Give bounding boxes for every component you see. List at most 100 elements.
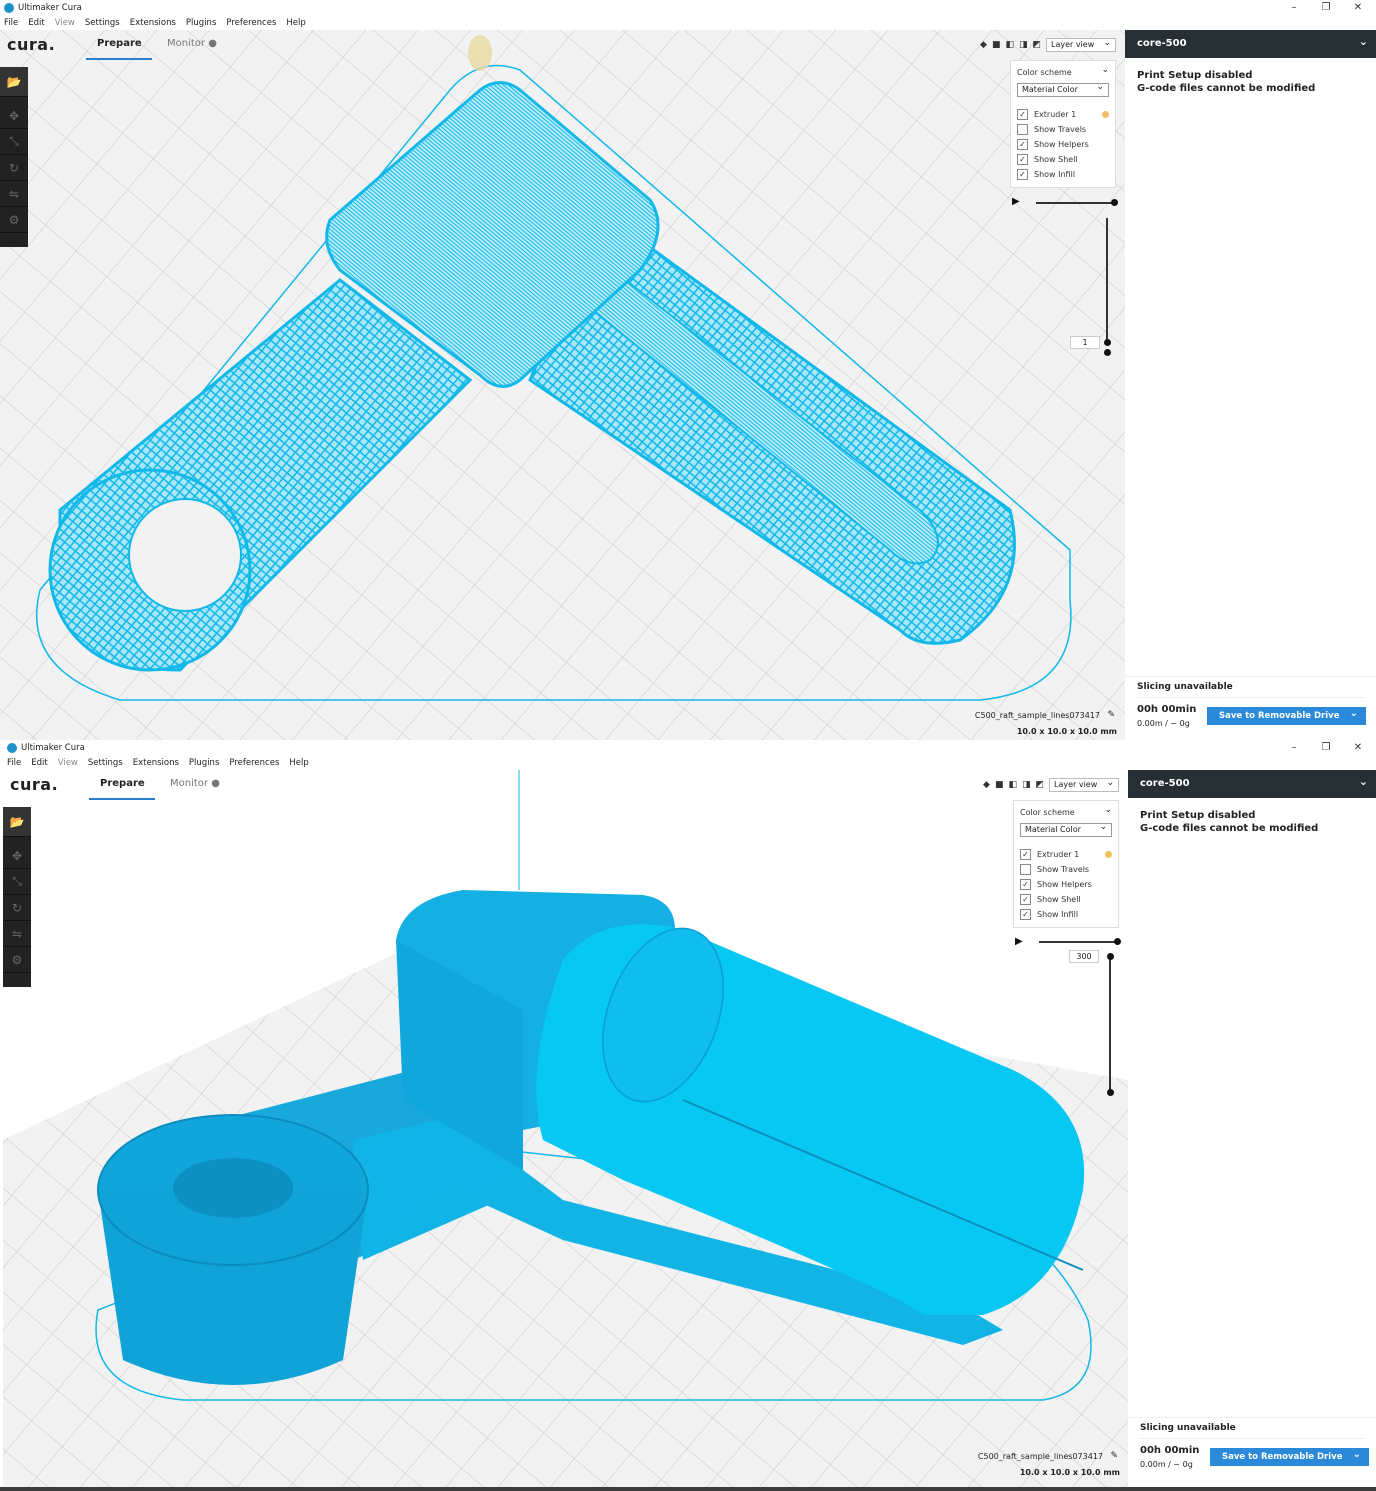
3d-viewport[interactable]: cura. Prepare Monitor ● ◆ ■ ◧ ◨ ◩ Layer … — [0, 30, 1125, 740]
line-slider[interactable] — [1039, 941, 1117, 943]
checkbox-infill[interactable]: ✓ — [1020, 908, 1031, 920]
menu-help[interactable]: Help — [289, 758, 308, 768]
infill-row[interactable]: ✓ Show Infill — [1020, 907, 1078, 921]
menu-view[interactable]: View — [58, 758, 78, 768]
layer-slider[interactable] — [1109, 956, 1111, 1092]
printer-selector[interactable]: core-500 — [1128, 768, 1376, 798]
shell-row[interactable]: ✓ Show Shell — [1020, 892, 1081, 906]
view-front-icon[interactable]: ■ — [995, 780, 1004, 790]
layer-slider-top-handle[interactable] — [1104, 339, 1111, 346]
travels-row[interactable]: Show Travels — [1020, 862, 1089, 876]
travels-row[interactable]: Show Travels — [1017, 122, 1086, 136]
open-file-icon[interactable]: 📂 — [3, 807, 31, 837]
layer-slider-bottom-handle[interactable] — [1104, 349, 1111, 356]
rotate-tool-icon[interactable]: ↻ — [0, 155, 28, 181]
menu-settings[interactable]: Settings — [88, 758, 123, 768]
rotate-tool-icon[interactable]: ↻ — [3, 895, 31, 921]
layer-slider-bottom-handle[interactable] — [1107, 1089, 1114, 1096]
view-right-icon[interactable]: ◩ — [1032, 40, 1041, 50]
layer-number-box[interactable]: 300 — [1069, 950, 1099, 963]
extruder-label: Extruder 1 — [1034, 109, 1077, 119]
menu-plugins[interactable]: Plugins — [189, 758, 219, 768]
checkbox-travels[interactable] — [1017, 123, 1028, 135]
move-tool-icon[interactable]: ✥ — [3, 843, 31, 869]
checkbox-shell[interactable]: ✓ — [1017, 153, 1028, 165]
helpers-row[interactable]: ✓ Show Helpers — [1017, 137, 1089, 151]
layer-slider-top-handle[interactable] — [1107, 953, 1114, 960]
save-to-drive-button[interactable]: Save to Removable Drive — [1210, 1446, 1369, 1466]
menu-preferences[interactable]: Preferences — [229, 758, 279, 768]
menu-edit[interactable]: Edit — [31, 758, 47, 768]
shell-row[interactable]: ✓ Show Shell — [1017, 152, 1078, 166]
menu-settings[interactable]: Settings — [85, 18, 120, 28]
scale-tool-icon[interactable]: ⤡ — [3, 869, 31, 895]
view-left-icon[interactable]: ◨ — [1022, 780, 1031, 790]
material-estimate: 0.00m / ~ 0g — [1140, 1460, 1193, 1469]
tab-prepare[interactable]: Prepare — [100, 778, 145, 789]
color-scheme-select[interactable]: Material Color — [1017, 81, 1109, 97]
line-slider-handle[interactable] — [1111, 199, 1118, 206]
menu-plugins[interactable]: Plugins — [186, 18, 216, 28]
tab-monitor[interactable]: Monitor ● — [170, 778, 220, 789]
play-icon[interactable]: ▶ — [1015, 936, 1023, 947]
helpers-row[interactable]: ✓ Show Helpers — [1020, 877, 1092, 891]
tab-prepare[interactable]: Prepare — [97, 38, 142, 49]
play-icon[interactable]: ▶ — [1012, 196, 1020, 207]
checkbox-travels[interactable] — [1020, 863, 1031, 875]
minimize-icon[interactable]: – — [1278, 0, 1310, 16]
view-front-icon[interactable]: ■ — [992, 40, 1001, 50]
printer-selector[interactable]: core-500 — [1125, 28, 1376, 58]
view-mode-dropdown[interactable]: Layer view — [1049, 777, 1119, 792]
tab-monitor[interactable]: Monitor ● — [167, 38, 217, 49]
3d-viewport[interactable]: cura. Prepare Monitor ● ◆ ■ ◧ ◨ ◩ Layer … — [3, 770, 1128, 1491]
move-tool-icon[interactable]: ✥ — [0, 103, 28, 129]
layer-number-box[interactable]: 1 — [1070, 336, 1100, 349]
restore-icon[interactable]: ❐ — [1310, 0, 1342, 16]
edit-name-icon[interactable]: ✎ — [1110, 1451, 1118, 1461]
view-mode-dropdown[interactable]: Layer view — [1046, 37, 1116, 52]
infill-row[interactable]: ✓ Show Infill — [1017, 167, 1075, 181]
view-top-icon[interactable]: ◧ — [1008, 780, 1017, 790]
minimize-icon[interactable]: – — [1278, 740, 1310, 756]
checkbox-extruder[interactable]: ✓ — [1017, 108, 1028, 120]
extruder-row[interactable]: ✓ Extruder 1 — [1020, 847, 1079, 861]
open-file-icon[interactable]: 📂 — [0, 67, 28, 97]
view-3d-icon[interactable]: ◆ — [980, 40, 987, 50]
menu-preferences[interactable]: Preferences — [226, 18, 276, 28]
view-top-icon[interactable]: ◧ — [1005, 40, 1014, 50]
color-scheme-select[interactable]: Material Color — [1020, 821, 1112, 837]
edit-name-icon[interactable]: ✎ — [1107, 710, 1115, 720]
view-left-icon[interactable]: ◨ — [1019, 40, 1028, 50]
line-slider-handle[interactable] — [1114, 938, 1121, 945]
gcode-note: G-code files cannot be modified — [1140, 823, 1319, 834]
view-right-icon[interactable]: ◩ — [1035, 780, 1044, 790]
close-icon[interactable]: ✕ — [1342, 0, 1374, 16]
mirror-tool-icon[interactable]: ⇋ — [0, 181, 28, 207]
line-slider[interactable] — [1036, 202, 1114, 204]
menu-file[interactable]: File — [7, 758, 21, 768]
menu-extensions[interactable]: Extensions — [130, 18, 176, 28]
checkbox-infill[interactable]: ✓ — [1017, 168, 1028, 180]
save-to-drive-button[interactable]: Save to Removable Drive — [1207, 705, 1366, 725]
checkbox-helpers[interactable]: ✓ — [1017, 138, 1028, 150]
checkbox-shell[interactable]: ✓ — [1020, 893, 1031, 905]
menu-help[interactable]: Help — [286, 18, 305, 28]
per-model-settings-icon[interactable]: ⚙ — [3, 947, 31, 973]
per-model-settings-icon[interactable]: ⚙ — [0, 207, 28, 233]
view-3d-icon[interactable]: ◆ — [983, 780, 990, 790]
extruder-row[interactable]: ✓ Extruder 1 — [1017, 107, 1076, 121]
menu-file[interactable]: File — [4, 18, 18, 28]
menu-view[interactable]: View — [55, 18, 75, 28]
print-time: 00h 00min — [1140, 1445, 1200, 1456]
close-icon[interactable]: ✕ — [1342, 740, 1374, 756]
chevron-down-icon[interactable]: ⌄ — [1104, 805, 1112, 815]
chevron-down-icon[interactable]: ⌄ — [1101, 65, 1109, 75]
menu-extensions[interactable]: Extensions — [133, 758, 179, 768]
layer-slider[interactable] — [1106, 218, 1108, 343]
checkbox-helpers[interactable]: ✓ — [1020, 878, 1031, 890]
menu-edit[interactable]: Edit — [28, 18, 44, 28]
scale-tool-icon[interactable]: ⤡ — [0, 129, 28, 155]
mirror-tool-icon[interactable]: ⇋ — [3, 921, 31, 947]
checkbox-extruder[interactable]: ✓ — [1020, 848, 1031, 860]
restore-icon[interactable]: ❐ — [1310, 740, 1342, 756]
